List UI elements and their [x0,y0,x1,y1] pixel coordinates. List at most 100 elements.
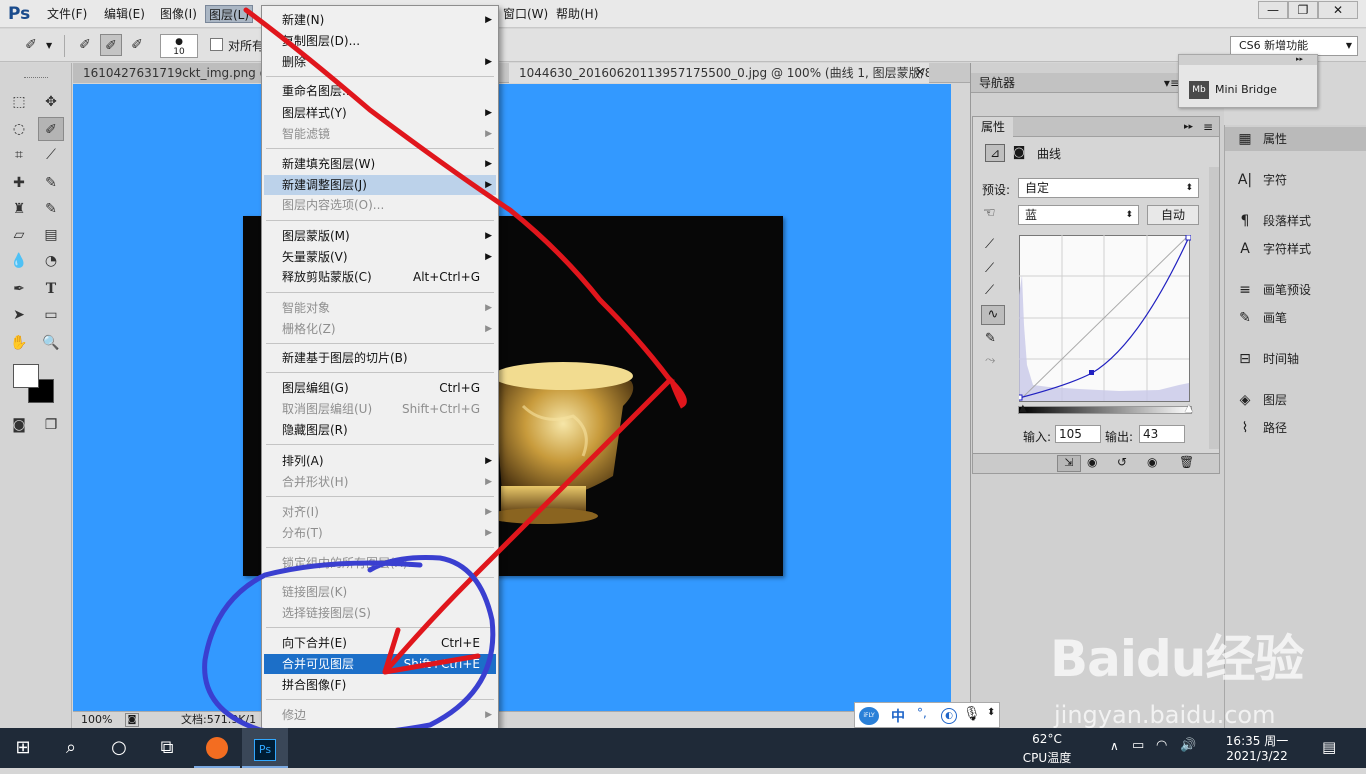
menu-item-lock-all-layers[interactable]: 锁定组内的所有图层(X)... [264,553,496,573]
quick-selection-preset-icon[interactable]: ✐ [20,34,42,56]
menu-item-combine-shapes[interactable]: 合并形状(H) ▶ [264,472,496,492]
output-value-field[interactable]: 43 [1139,425,1185,443]
clone-stamp-icon[interactable]: ♜ [6,197,32,221]
ime-language-toggle[interactable]: 中 [891,706,905,726]
mini-bridge-header[interactable]: ▸▸ [1179,55,1317,65]
crop-tool-icon[interactable]: ⌗ [6,143,32,167]
dock-item-timeline[interactable]: ⊟ 时间轴 [1225,347,1366,371]
menu-item-duplicate-layer[interactable]: 复制图层(D)... [264,31,496,51]
menu-item-rasterize[interactable]: 栅格化(Z) ▶ [264,319,496,339]
menu-item-layer-content-options[interactable]: 图层内容选项(O)... [264,195,496,215]
menu-item-flatten-image[interactable]: 拼合图像(F) [264,675,496,695]
dock-item-paragraph-styles[interactable]: ¶ 段落样式 [1225,209,1366,233]
preset-select[interactable]: 自定 ⬍ [1018,178,1199,198]
photoshop-taskbar-icon[interactable]: Ps [242,728,288,768]
menu-item-release-clipping-mask[interactable]: 释放剪贴蒙版(C) Alt+Ctrl+G [264,267,496,287]
blur-tool-icon[interactable]: 💧 [6,249,32,273]
firefox-icon[interactable] [194,728,240,768]
menu-item-group-layers[interactable]: 图层编组(G) Ctrl+G [264,378,496,398]
chevron-down-icon[interactable]: ▼ [46,41,52,50]
menu-help[interactable]: 帮助(H) [553,5,601,23]
auto-button[interactable]: 自动 [1147,205,1199,225]
quick-mask-icon[interactable]: ◙ [6,413,32,437]
add-selection-icon[interactable]: ✐ [100,34,122,56]
input-value-field[interactable]: 105 [1055,425,1101,443]
brush-tool-icon[interactable]: ✎ [38,171,64,195]
iflytek-icon[interactable]: iFLY [859,707,879,725]
screen-mode-icon[interactable]: ❐ [38,413,64,437]
white-point-eyedropper-icon[interactable]: ⟋ [985,283,994,298]
workspace-select[interactable]: CS6 新增功能 ▼ [1230,36,1358,56]
eyedropper-tool-icon[interactable]: ⟋ [38,143,64,167]
task-view-icon[interactable]: ⧉ [144,728,190,768]
ime-skin-icon[interactable]: ◐ [941,708,957,724]
gray-point-eyedropper-icon[interactable]: ⟋ [985,261,994,276]
zoom-level[interactable]: 100% [81,712,112,728]
menu-item-rename-layer[interactable]: 重命名图层... [264,81,496,101]
menu-item-new[interactable]: 新建(N) ▶ [264,10,496,30]
trash-icon[interactable]: 🗑 [1179,455,1194,469]
menu-item-vector-mask[interactable]: 矢量蒙版(V) ▶ [264,247,496,267]
menu-item-merge-down[interactable]: 向下合并(E) Ctrl+E [264,633,496,653]
type-tool-icon[interactable]: T [38,277,64,301]
restore-button[interactable]: ❐ [1288,1,1318,19]
menu-item-link-layers[interactable]: 链接图层(K) [264,582,496,602]
lasso-tool-icon[interactable]: ◌ [6,117,32,141]
network-adapter-icon[interactable]: ▭ [1132,738,1144,753]
menu-item-new-fill-layer[interactable]: 新建填充图层(W) ▶ [264,154,496,174]
menu-item-new-layer-slice[interactable]: 新建基于图层的切片(B) [264,348,496,368]
dock-item-brush-presets[interactable]: ≡ 画笔预设 [1225,278,1366,302]
dock-item-character[interactable]: A| 字符 [1225,168,1366,192]
menu-edit[interactable]: 编辑(E) [101,5,148,23]
channel-select[interactable]: 蓝 ⬍ [1018,205,1139,225]
menu-item-merge-visible[interactable]: 合并可见图层 Shift+Ctrl+E [264,654,496,674]
show-hidden-icons[interactable]: ∧ [1110,739,1119,753]
reset-icon[interactable]: ↺ [1117,455,1127,469]
sample-all-checkbox[interactable] [210,38,223,51]
menu-item-ungroup-layers[interactable]: 取消图层编组(U) Shift+Ctrl+G [264,399,496,419]
clock-date[interactable]: 2021/3/22 [1222,749,1292,763]
quick-selection-tool-icon[interactable]: ✐ [38,117,64,141]
curves-icon[interactable]: ⊿ [985,144,1005,162]
dodge-tool-icon[interactable]: ◔ [38,249,64,273]
menu-layer[interactable]: 图层(L) [205,5,254,23]
new-selection-icon[interactable]: ✐ [74,34,96,56]
view-previous-icon[interactable]: ◉ [1087,455,1097,469]
pencil-draw-icon[interactable]: ✎ [985,331,996,346]
close-button[interactable]: ✕ [1318,1,1358,19]
properties-scrollbar[interactable] [1209,167,1219,449]
ime-more-icon[interactable]: ⬍ [987,707,995,718]
menu-item-layer-style[interactable]: 图层样式(Y) ▶ [264,103,496,123]
cortana-icon[interactable]: ○ [96,728,142,768]
menu-item-matting[interactable]: 修边 ▶ [264,705,496,725]
brush-size-picker[interactable]: ● 10 [160,34,198,58]
volume-icon[interactable]: 🔊 [1180,738,1196,753]
subtract-selection-icon[interactable]: ✐ [126,34,148,56]
path-selection-icon[interactable]: ➤ [6,303,32,327]
pen-tool-icon[interactable]: ✒ [6,277,32,301]
wifi-icon[interactable]: ◠ [1156,738,1167,753]
mini-bridge-label[interactable]: Mini Bridge [1215,83,1277,96]
black-slider-icon[interactable]: ▲ [1019,403,1027,414]
dock-item-character-styles[interactable]: A 字符样式 [1225,237,1366,261]
rectangle-tool-icon[interactable]: ▭ [38,303,64,327]
black-point-eyedropper-icon[interactable]: ⟋ [985,237,994,252]
close-tab-icon[interactable]: ✕ [915,65,925,79]
microphone-icon[interactable]: 🎙 [963,706,981,722]
tab-document-1[interactable]: 1610427631719ckt_img.png @ ... [73,63,261,83]
dock-item-paths[interactable]: ⌇ 路径 [1225,416,1366,440]
visibility-icon[interactable]: ◉ [1147,455,1157,469]
properties-tab[interactable]: 属性 [973,117,1014,137]
smooth-curve-icon[interactable]: ⤳ [985,353,995,368]
status-menu-icon[interactable]: ◙ [125,713,139,727]
foreground-color-swatch-front[interactable] [13,364,39,388]
history-brush-icon[interactable]: ✎ [38,197,64,221]
zoom-tool-icon[interactable]: 🔍 [38,331,64,355]
marquee-tool-icon[interactable]: ⬚ [6,90,32,114]
menu-item-arrange[interactable]: 排列(A) ▶ [264,451,496,471]
menu-item-hide-layers[interactable]: 隐藏图层(R) [264,420,496,440]
panel-grip[interactable] [24,77,48,79]
healing-brush-icon[interactable]: ✚ [6,171,32,195]
tab-document-2[interactable]: 1044630_20160620113957175500_0.jpg @ 100… [509,63,929,83]
clock-time[interactable]: 16:35 周一 [1222,732,1292,749]
